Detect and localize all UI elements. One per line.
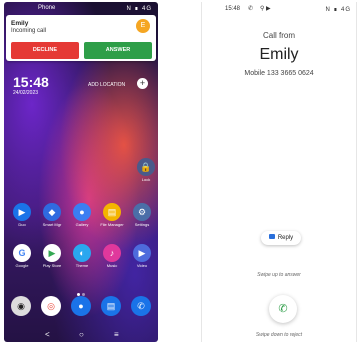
add-location-link[interactable]: ADD LOCATION [88,82,125,88]
caller-avatar: E [136,19,150,33]
gear-icon: ⚙ [133,203,151,221]
app-label: Video [136,263,148,268]
date-label: 24/02/2023 [13,90,39,96]
dock-camera[interactable]: ◉ [9,296,33,316]
status-bar: Phone N ∎ 4G [4,2,158,15]
app-theme[interactable]: ◐ Theme [70,244,94,268]
app-settings[interactable]: ⚙ Settings [130,203,154,227]
camera-icon: ◉ [11,296,31,316]
app-label: Smart Mgr [42,222,62,227]
add-location-icon[interactable]: + [137,78,148,89]
app-smart-manager[interactable]: ◆ Smart Mgr [40,203,64,227]
caller-name: Emily [11,20,29,27]
google-icon: G [13,244,31,262]
contacts-icon: ● [71,296,91,316]
app-label: Theme [75,263,89,268]
home-screen-phone: Phone N ∎ 4G Emily Incoming call E DECLI… [4,2,158,342]
app-gallery[interactable]: ● Gallery [70,203,94,227]
app-music[interactable]: ♪ Music [100,244,124,268]
incoming-call-screen: 15:48 ✆ ⚲ ▶ N ∎ 4G Call from Emily Mobil… [201,2,357,342]
decline-button[interactable]: DECLINE [11,42,79,59]
status-time: 15:48 [225,6,241,12]
app-duo[interactable]: ▶ Duo [10,203,34,227]
navigation-bar: < ○ ≡ [4,330,158,342]
app-label: Settings [134,222,150,227]
status-bar: 15:48 ✆ ⚲ ▶ N ∎ 4G [202,2,356,16]
status-icons: N ∎ 4G [325,7,351,13]
home-button[interactable]: ○ [79,330,84,339]
app-label: File Manager [100,222,124,227]
music-icon: ♪ [103,244,121,262]
duo-icon: ▶ [13,203,31,221]
phone-icon: ✆ [278,303,288,315]
app-label: Gallery [75,222,89,227]
dock-phone[interactable]: ✆ [129,296,153,316]
dock-contacts[interactable]: ● [69,296,93,316]
app-play-store[interactable]: ▶ Play Store [40,244,64,268]
message-icon [268,233,275,239]
app-video[interactable]: ▶ Video [130,244,154,268]
shield-icon: ◆ [43,203,61,221]
reply-label: Reply [277,235,294,241]
call-status-icon: ✆ [248,6,254,12]
answer-button[interactable]: ANSWER [84,42,152,59]
app-label: Lock [141,177,151,182]
app-label: Google [15,263,29,268]
folder-icon: ▤ [103,203,121,221]
messages-icon: ▤ [101,296,121,316]
app-file-manager[interactable]: ▤ File Manager [100,203,124,227]
swipe-up-hint: Swipe up to answer [257,272,301,278]
lock-icon: 🔒 [137,158,155,176]
dock-chrome[interactable]: ◎ [39,296,63,316]
gallery-icon: ● [73,203,91,221]
incoming-call-notification[interactable]: Emily Incoming call E DECLINE ANSWER [6,15,156,61]
call-from-label: Call from [262,31,295,40]
caller-name: Emily [259,46,299,63]
chrome-icon: ◎ [41,296,61,316]
answer-swipe-button[interactable]: ✆ [269,295,297,323]
app-lock[interactable]: 🔒 Lock [134,158,158,182]
theme-icon: ◐ [73,244,91,262]
status-icons: N ∎ 4G [126,6,152,12]
swipe-down-hint: Swipe down to reject [255,332,303,338]
status-app-label: Phone [38,5,56,11]
video-icon: ▶ [133,244,151,262]
call-status: Incoming call [11,28,47,34]
clock-widget[interactable]: 15:48 [13,74,49,90]
app-label: Duo [18,222,26,227]
dock-messages[interactable]: ▤ [99,296,123,316]
play-store-icon: ▶ [43,244,61,262]
phone-icon: ✆ [131,296,151,316]
menu-button[interactable]: ≡ [114,330,119,339]
reply-button[interactable]: Reply [261,231,301,245]
back-button[interactable]: < [45,330,50,339]
caller-number: Mobile 133 3665 0624 [244,70,314,77]
app-label: Play Store [42,263,62,268]
notification-icons: ⚲ ▶ [260,6,271,12]
app-label: Music [106,263,118,268]
app-google[interactable]: G Google [10,244,34,268]
